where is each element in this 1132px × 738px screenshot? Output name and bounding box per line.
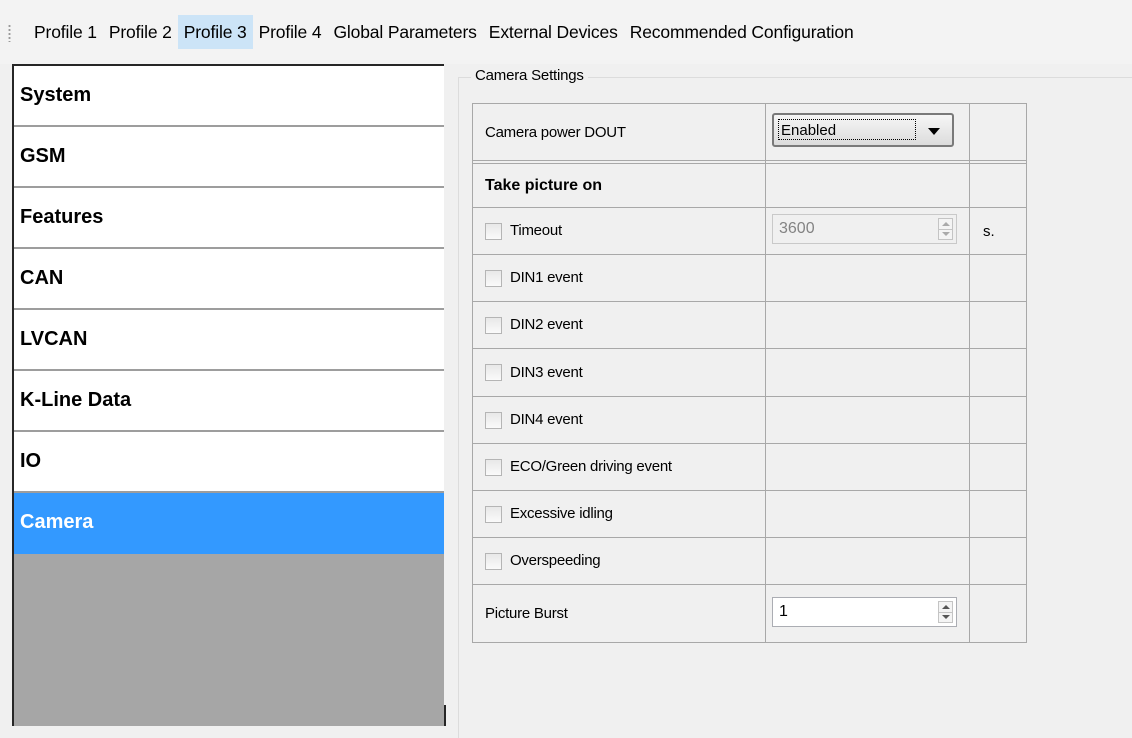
din3-event-checkbox[interactable]: [485, 364, 502, 382]
timeout-unit: s.: [983, 222, 995, 240]
din4-event-label: DIN4 event: [510, 411, 583, 429]
row-din4-event: DIN4 event: [473, 397, 1027, 444]
nav-item-lvcan[interactable]: LVCAN: [14, 310, 444, 371]
tab-profile-4[interactable]: Profile 4: [253, 15, 328, 49]
row-take-picture-header: Take picture on: [473, 164, 1027, 208]
eco-green-driving-event-checkbox[interactable]: [485, 458, 502, 476]
din2-event-checkbox[interactable]: [485, 316, 502, 334]
toolbar-grip-icon[interactable]: [8, 24, 11, 42]
overspeeding-label: Overspeeding: [510, 552, 601, 570]
din3-event-label: DIN3 event: [510, 363, 583, 381]
timeout-checkbox[interactable]: [485, 222, 502, 240]
timeout-spin-buttons[interactable]: [938, 218, 953, 240]
nav-item-camera[interactable]: Camera: [14, 493, 444, 554]
din1-event-label: DIN1 event: [510, 269, 583, 287]
row-overspeeding: Overspeeding: [473, 538, 1027, 585]
picture-burst-value: 1: [779, 602, 788, 620]
timeout-label: Timeout: [510, 222, 562, 240]
camera-power-dout-value: Enabled: [778, 119, 916, 140]
chevron-down-icon: [928, 128, 940, 135]
overspeeding-checkbox[interactable]: [485, 552, 502, 570]
nav-item-system[interactable]: System: [14, 66, 444, 127]
group-title: Camera Settings: [471, 67, 588, 84]
row-din1-event: DIN1 event: [473, 255, 1027, 302]
din2-event-label: DIN2 event: [510, 316, 583, 334]
row-din3-event: DIN3 event: [473, 349, 1027, 397]
picture-burst-label: Picture Burst: [485, 605, 568, 622]
spin-up-icon: [942, 604, 950, 609]
row-excessive-idling: Excessive idling: [473, 491, 1027, 538]
nav-item-io[interactable]: IO: [14, 432, 444, 493]
row-camera-power-dout: Camera power DOUT Enabled: [473, 104, 1027, 161]
tab-recommended-configuration[interactable]: Recommended Configuration: [624, 15, 860, 49]
timeout-value: 3600: [779, 220, 815, 237]
tab-profile-2[interactable]: Profile 2: [103, 15, 178, 49]
din1-event-checkbox[interactable]: [485, 269, 502, 287]
tab-list: Profile 1 Profile 2 Profile 3 Profile 4 …: [28, 15, 860, 49]
excessive-idling-label: Excessive idling: [510, 505, 613, 523]
camera-settings-grid: Camera power DOUT Enabled Take picture o…: [472, 103, 1027, 643]
row-timeout: Timeout 3600 s.: [473, 208, 1027, 255]
tab-global-parameters[interactable]: Global Parameters: [327, 15, 482, 49]
tab-profile-3[interactable]: Profile 3: [177, 15, 253, 49]
spin-down-icon: [942, 614, 950, 619]
eco-green-driving-event-label: ECO/Green driving event: [510, 458, 672, 476]
row-din2-event: DIN2 event: [473, 302, 1027, 349]
nav-item-can[interactable]: CAN: [14, 249, 444, 310]
picture-burst-spin-buttons[interactable]: [938, 600, 953, 623]
profile-tab-strip: Profile 1 Profile 2 Profile 3 Profile 4 …: [0, 0, 1132, 64]
spin-up-icon: [942, 222, 950, 226]
settings-navigation: System GSM Features CAN LVCAN K-Line Dat…: [12, 64, 446, 726]
timeout-stepper[interactable]: 3600: [772, 214, 957, 244]
tab-external-devices[interactable]: External Devices: [483, 15, 624, 49]
nav-item-gsm[interactable]: GSM: [14, 127, 444, 188]
take-picture-header: Take picture on: [485, 176, 603, 194]
nav-item-k-line-data[interactable]: K-Line Data: [14, 371, 444, 432]
tab-profile-1[interactable]: Profile 1: [28, 15, 103, 49]
row-picture-burst: Picture Burst 1: [473, 585, 1027, 643]
din4-event-checkbox[interactable]: [485, 411, 502, 429]
camera-power-dout-label: Camera power DOUT: [485, 123, 626, 141]
spin-down-icon: [942, 232, 950, 236]
nav-item-features[interactable]: Features: [14, 188, 444, 249]
excessive-idling-checkbox[interactable]: [485, 505, 502, 523]
row-eco-green-driving-event: ECO/Green driving event: [473, 444, 1027, 491]
picture-burst-stepper[interactable]: 1: [772, 596, 957, 627]
camera-power-dout-select[interactable]: Enabled: [772, 113, 954, 147]
